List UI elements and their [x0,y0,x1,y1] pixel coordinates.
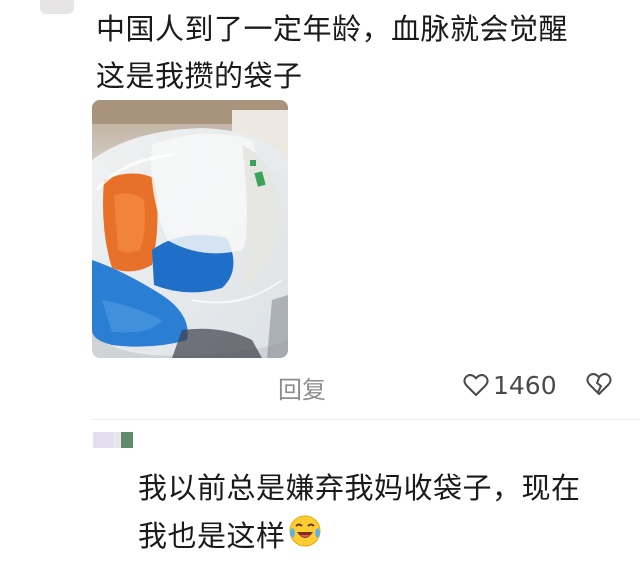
heart-outline-icon [463,374,489,396]
reply-button[interactable]: 回复 [278,370,326,405]
reply-line-1: 我以前总是嫌弃我妈收袋子，现在 [138,471,581,505]
comment-line-2: 这是我攒的袋子 [96,59,303,93]
comment-photo[interactable] [92,100,288,358]
like-count: 1460 [493,370,557,400]
plastic-bags-photo [92,100,288,358]
laughing-crying-emoji-icon [288,514,322,562]
broken-heart-icon [586,373,612,395]
commenter-avatar[interactable] [40,0,74,14]
reply-line-2: 我也是这样 [138,512,618,562]
comment-text: 中国人到了一定年龄，血脉就会觉醒 这是我攒的袋子 [96,6,616,100]
reply-text: 我以前总是嫌弃我妈收袋子，现在 我也是这样 [138,464,618,562]
reply-line-2-text: 我也是这样 [138,519,286,553]
replier-avatar[interactable] [93,432,133,448]
like-button[interactable]: 1460 [463,370,557,400]
dislike-button[interactable] [586,372,612,400]
divider [92,419,640,420]
comment-line-1: 中国人到了一定年龄，血脉就会觉醒 [96,12,569,46]
